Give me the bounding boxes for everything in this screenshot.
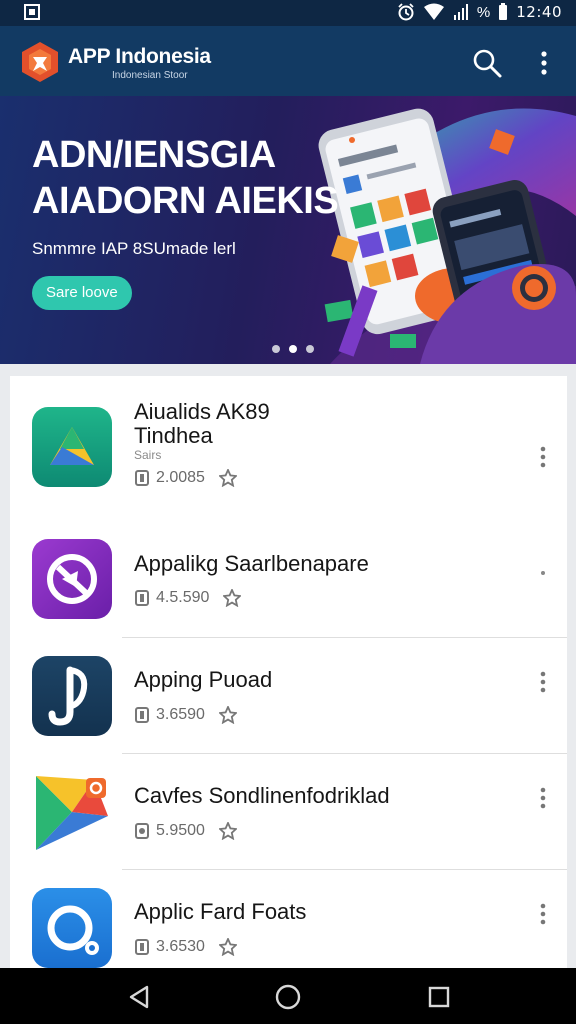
home-icon[interactable]	[273, 982, 303, 1012]
app-count: 3.6530	[156, 938, 205, 955]
more-vert-icon[interactable]	[533, 668, 553, 696]
screenshot-icon	[24, 4, 40, 20]
star-icon	[218, 938, 237, 956]
app-meta: 5.9500	[134, 822, 237, 840]
back-icon[interactable]	[125, 982, 155, 1012]
status-time: 12:40	[516, 3, 562, 21]
purple-circle-icon	[32, 539, 112, 619]
drive-triangle-icon	[32, 407, 112, 487]
list-item[interactable]: Aiualids AK89 Tindhea Sairs 2.0085	[10, 376, 567, 517]
list-item[interactable]: Cavfes Sondlinenfodriklad 5.9500	[10, 754, 567, 870]
search-icon[interactable]	[470, 46, 504, 80]
app-count: 4.5.590	[156, 589, 210, 606]
play-triangle-icon	[32, 772, 112, 852]
app-developer: Sairs	[134, 448, 162, 462]
list-item[interactable]: Appalikg Saarlbenapare 4.5.590	[10, 517, 567, 638]
carousel-dot[interactable]	[272, 345, 280, 353]
app-name: Cavfes Sondlinenfodriklad	[134, 783, 390, 808]
banner-headline-line2: AIADORN AIEKIS	[32, 180, 339, 222]
more-vert-icon[interactable]	[530, 46, 558, 80]
battery-percent: %	[476, 3, 491, 21]
app-count: 3.6590	[156, 706, 205, 723]
app-name: Apping Puoad	[134, 667, 273, 692]
app-list: Aiualids AK89 Tindhea Sairs 2.0085 Appal…	[10, 376, 567, 968]
list-item[interactable]: Applic Fard Foats 3.6530	[10, 870, 567, 968]
battery-icon	[499, 3, 508, 20]
star-icon	[218, 706, 237, 724]
app-count: 5.9500	[156, 822, 205, 839]
star-icon	[223, 589, 242, 607]
status-icons: % 12:40	[397, 3, 562, 21]
system-nav-bar	[0, 968, 576, 1024]
music-note-icon	[32, 656, 112, 736]
download-count-icon	[135, 823, 149, 839]
banner-headline: ADN/IENSGIA AIADORN AIEKIS	[32, 132, 339, 224]
app-bar: APP Indonesia Indonesian Stoor	[0, 26, 576, 96]
more-vert-icon[interactable]	[533, 443, 553, 471]
download-count-icon	[135, 939, 149, 955]
download-count-icon	[135, 470, 149, 486]
star-icon	[218, 469, 237, 487]
app-meta: 2.0085	[134, 469, 237, 487]
recents-icon[interactable]	[424, 982, 454, 1012]
more-vert-icon[interactable]	[533, 784, 553, 812]
more-vert-icon[interactable]	[533, 900, 553, 928]
banner-headline-line1: ADN/IENSGIA	[32, 134, 276, 176]
status-bar: % 12:40	[0, 0, 576, 26]
promo-banner[interactable]: ADN/IENSGIA AIADORN AIEKIS Snmmre IAP 8S…	[0, 96, 576, 364]
app-name: Appalikg Saarlbenapare	[134, 551, 369, 576]
app-title: APP Indonesia	[68, 45, 211, 68]
app-subtitle: Indonesian Stoor	[112, 70, 188, 81]
banner-subtitle: Snmmre IAP 8SUmade lerl	[32, 239, 236, 258]
carousel-dots	[272, 345, 314, 353]
list-item[interactable]: Apping Puoad 3.6590	[10, 638, 567, 754]
download-count-icon	[135, 707, 149, 723]
carousel-dot-active[interactable]	[289, 345, 297, 353]
app-count: 2.0085	[156, 469, 205, 486]
more-vert-icon[interactable]	[533, 563, 553, 591]
app-meta: 3.6530	[134, 938, 237, 956]
app-meta: 3.6590	[134, 706, 237, 724]
alarm-icon	[398, 3, 414, 21]
wifi-icon	[423, 3, 444, 20]
carousel-dot[interactable]	[306, 345, 314, 353]
app-name: Applic Fard Foats	[134, 899, 307, 924]
app-meta: 4.5.590	[134, 589, 242, 607]
banner-cta-button[interactable]: Sare loove	[32, 276, 132, 310]
star-icon	[218, 822, 237, 840]
signal-icon	[453, 4, 468, 20]
download-count-icon	[135, 590, 149, 606]
blue-ring-icon	[32, 888, 112, 968]
app-name: Aiualids AK89 Tindhea	[134, 399, 270, 448]
app-logo[interactable]	[20, 41, 60, 83]
